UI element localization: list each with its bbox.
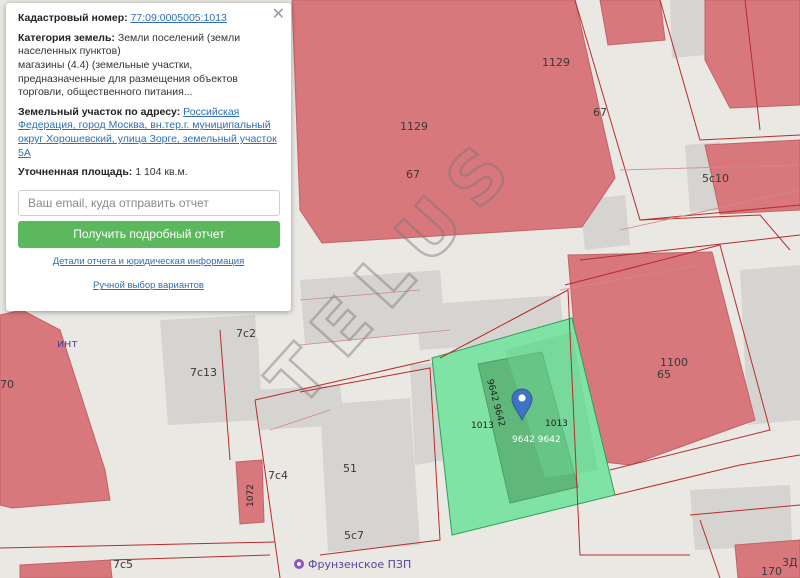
cadastral-number-link[interactable]: 77:09:0005005:1013 [131,12,227,24]
map-label-1129-a: 1129 [542,56,570,69]
area-value: 1 104 кв.м. [135,166,188,179]
parcel-label-1013-left: 1013 [471,421,494,431]
report-details-link[interactable]: Детали отчета и юридическая информация [53,256,245,268]
parcel-label-9642-horizontal: 9642 9642 [512,435,561,445]
map-label-5c7: 5с7 [344,529,364,542]
map-label-67-b: 67 [406,168,420,181]
poi-frunzenskoe[interactable]: Фрунзенское ПЗП [294,558,411,571]
manual-selection-link[interactable]: Ручной выбор вариантов [93,280,204,292]
area-row: Уточненная площадь: 1 104 кв.м. [18,166,279,180]
map-label-67-a: 67 [593,106,607,119]
category-row: Категория земель: Земли поселений (земли… [18,32,279,100]
address-label: Земельный участок по адресу: [18,105,181,118]
category-label: Категория земель: [18,31,115,44]
map-label-1129-b: 1129 [400,120,428,133]
popup-links: Детали отчета и юридическая информация Р… [18,256,279,293]
map-label-7c5: 7с5 [113,558,133,571]
cadastral-label: Кадастровый номер: [18,12,128,24]
map-label-int: инт [57,337,78,350]
email-input[interactable] [18,190,280,217]
permitted-use-text: магазины (4.4) (земельные участки, предн… [18,58,238,99]
map-label-65: 65 [657,368,671,381]
get-report-button[interactable]: Получить подробный отчет [18,221,280,249]
building-top-right [599,0,666,46]
area-label: Уточненная площадь: [18,166,133,179]
map-label-7c2: 7с2 [236,327,256,340]
parcel-info-popup: ✕ Кадастровый номер: 77:09:0005005:1013 … [6,3,291,311]
map-label-7c4: 7с4 [268,469,288,482]
map-label-1072: 1072 [246,484,256,507]
parcel-label-1013-right: 1013 [545,419,568,429]
map-label-51: 51 [343,462,357,475]
map-label-3d: 3Д [782,556,798,569]
cadastral-row: Кадастровый номер: 77:09:0005005:1013 [18,12,279,26]
poi-label: Фрунзенское ПЗП [308,558,411,571]
map-label-5c10: 5с10 [702,172,729,185]
address-row: Земельный участок по адресу: Российская … [18,106,279,161]
map-label-7c13: 7с13 [190,366,217,379]
close-icon[interactable]: ✕ [272,7,285,23]
map-label-170: 170 [761,565,782,578]
map-label-70: 70 [0,378,14,391]
